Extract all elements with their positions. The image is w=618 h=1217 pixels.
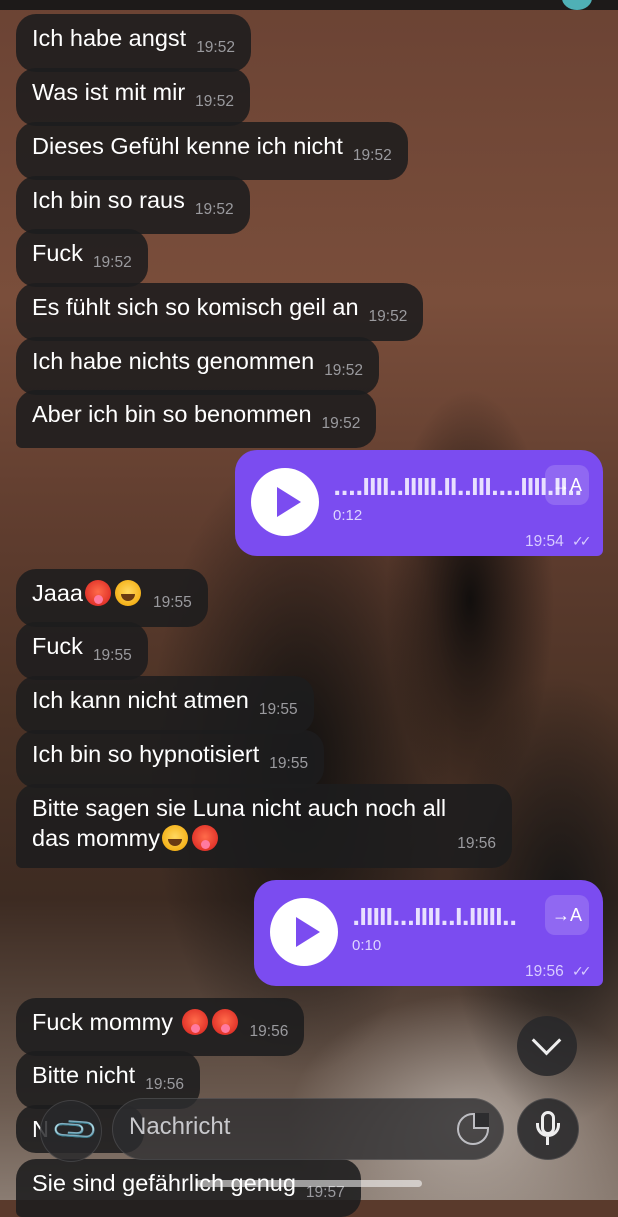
message-time: 19:56	[457, 835, 496, 852]
message-bubble[interactable]: Ich habe angst 19:52	[16, 14, 251, 72]
message-bubble[interactable]: Ich kann nicht atmen 19:55	[16, 676, 314, 734]
message-bubble[interactable]: Ich bin so hypnotisiert 19:55	[16, 730, 325, 788]
message-time: 19:56	[145, 1076, 184, 1093]
message-bubble[interactable]: Jaaa 19:55	[16, 569, 208, 627]
message-text: Ich habe angst	[32, 25, 187, 51]
message-time: 19:52	[194, 201, 234, 218]
microphone-icon-stand	[536, 1123, 560, 1137]
scroll-down-button[interactable]	[517, 1016, 577, 1076]
message-text: Es fühlt sich so komisch geil an	[32, 294, 359, 320]
microphone-icon-base	[546, 1137, 549, 1145]
message-text: Bitte sagen sie Luna nicht auch noch all	[32, 795, 447, 821]
message-time: 19:56	[249, 1023, 289, 1040]
sticker-icon[interactable]	[457, 1113, 489, 1145]
message-bubble[interactable]: Ich habe nichts genommen 19:52	[16, 337, 379, 395]
message-time: 19:52	[92, 254, 132, 271]
message-time: 19:55	[269, 755, 309, 772]
message-input-placeholder: Nachricht	[129, 1113, 231, 1140]
message-text: Ich bin so hypnotisiert	[32, 741, 260, 767]
message-time: 19:56	[525, 963, 564, 980]
message-bubble[interactable]: Fuck 19:55	[16, 622, 148, 680]
microphone-button[interactable]	[517, 1098, 579, 1160]
message-time: 19:52	[195, 93, 234, 110]
message-time: 19:52	[196, 39, 235, 56]
message-text: Was ist mit mir	[32, 79, 186, 105]
message-input[interactable]: Nachricht	[112, 1098, 504, 1160]
message-time: 19:52	[324, 362, 363, 379]
play-icon[interactable]	[270, 898, 338, 966]
message-time: 19:55	[92, 647, 132, 664]
message-text: Ich bin so raus	[32, 187, 185, 213]
voice-duration: 0:10	[352, 937, 382, 954]
message-text: Bitte nicht	[32, 1062, 136, 1088]
message-text: Ich kann nicht atmen	[32, 687, 249, 713]
read-check-icon: ✓✓	[572, 533, 592, 549]
play-icon[interactable]	[251, 468, 319, 536]
message-text: Dieses Gefühl kenne ich nicht	[32, 133, 343, 159]
loudly-crying-emoji	[161, 825, 188, 851]
message-text: das mommy	[32, 825, 160, 851]
message-time: 19:52	[321, 415, 361, 432]
transcribe-button[interactable]: →A	[545, 895, 589, 935]
message-time: 19:52	[368, 308, 408, 325]
message-bubble[interactable]: Bitte sagen sie Luna nicht auch noch all…	[16, 784, 512, 868]
waveform[interactable]: .lllll...llll..l.lllll..	[352, 906, 517, 931]
message-time: 19:55	[258, 701, 298, 718]
message-text: Fuck mommy	[32, 1009, 173, 1035]
hot-face-emoji	[84, 580, 111, 606]
message-text: Aber ich bin so benommen	[32, 401, 312, 427]
message-text: Fuck	[32, 633, 83, 659]
loudly-crying-emoji	[114, 580, 141, 606]
paperclip-icon: 📎	[50, 1105, 101, 1156]
home-indicator	[196, 1180, 422, 1187]
message-text: Fuck	[32, 240, 83, 266]
message-bubble[interactable]: Fuck 19:52	[16, 229, 148, 287]
read-check-icon: ✓✓	[572, 963, 592, 979]
hot-face-emoji	[191, 825, 218, 851]
message-text: Ich habe nichts genommen	[32, 348, 315, 374]
message-bubble[interactable]: Es fühlt sich so komisch geil an 19:52	[16, 283, 424, 341]
message-time: 19:54	[525, 533, 564, 550]
voice-duration: 0:12	[333, 507, 363, 524]
attach-button[interactable]: 📎	[40, 1100, 102, 1162]
message-bubble[interactable]: Sie sind gefährlich genug 19:57	[16, 1159, 361, 1217]
message-bubble[interactable]: Fuck mommy 19:56	[16, 998, 305, 1056]
header-bar-edge	[0, 0, 618, 10]
message-bubble[interactable]: Dieses Gefühl kenne ich nicht 19:52	[16, 122, 408, 180]
transcribe-button[interactable]: →A	[545, 465, 589, 505]
message-bubble[interactable]: Aber ich bin so benommen 19:52	[16, 390, 377, 448]
hot-face-emoji	[211, 1009, 238, 1035]
voice-message[interactable]: ....llll..lllll.ll..lll....llll.ll.. 0:1…	[235, 450, 603, 556]
message-bubble[interactable]: Was ist mit mir 19:52	[16, 68, 250, 126]
message-time: 19:52	[352, 147, 392, 164]
message-time: 19:55	[152, 594, 192, 611]
message-bubble[interactable]: Ich bin so raus 19:52	[16, 176, 250, 234]
hot-face-emoji	[181, 1009, 208, 1035]
message-text: Jaaa	[32, 580, 83, 606]
voice-message[interactable]: .lllll...llll..l.lllll.. 0:10 →A 19:56 ✓…	[254, 880, 603, 986]
